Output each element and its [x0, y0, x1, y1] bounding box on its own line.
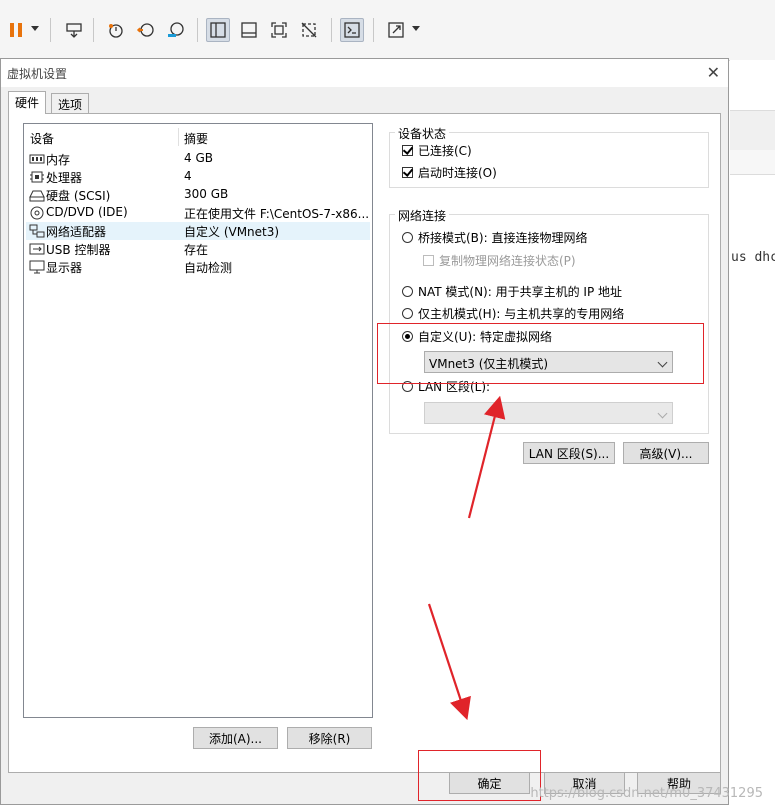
- background-terminal-text: us dhc: [731, 250, 775, 265]
- device-column-header[interactable]: 设备: [30, 130, 54, 147]
- lan-segment-select[interactable]: [424, 402, 673, 424]
- dialog-title-bar: 虚拟机设置 ✕: [1, 59, 728, 87]
- tab-hardware[interactable]: 硬件: [8, 91, 47, 114]
- device-row-cpu[interactable]: 处理器 4: [26, 168, 370, 186]
- revert-snapshot-icon[interactable]: [134, 18, 158, 42]
- nat-radio[interactable]: NAT 模式(N): 用于共享主机的 IP 地址: [402, 283, 622, 300]
- device-row-usb[interactable]: USB 控制器 存在: [26, 240, 370, 258]
- app-toolbar: [0, 0, 775, 61]
- background-tab-strip: [730, 110, 775, 152]
- host-only-label: 仅主机模式(H): 与主机共享的专用网络: [418, 307, 625, 321]
- close-icon[interactable]: ✕: [707, 63, 720, 82]
- radio-icon: [402, 232, 413, 243]
- device-row-hard-disk[interactable]: 硬盘 (SCSI) 300 GB: [26, 186, 370, 204]
- thumbnail-view-icon[interactable]: [237, 18, 261, 42]
- snapshot-manager-icon[interactable]: [164, 18, 188, 42]
- lan-segments-button[interactable]: LAN 区段(S)...: [523, 442, 615, 464]
- device-summary: 存在: [184, 243, 209, 257]
- device-name: 处理器: [46, 171, 83, 185]
- device-list: 设备 摘要 内存 4 GB 处理器 4 硬盘 (SCSI) 300 GB CD/…: [23, 123, 373, 718]
- stretch-icon[interactable]: [384, 18, 408, 42]
- vm-settings-dialog: 虚拟机设置 ✕ 硬件 选项 设备 摘要 内存 4 GB 处理器 4 硬盘 (SC…: [0, 58, 729, 805]
- device-summary: 4: [184, 169, 192, 183]
- usb-icon: [29, 241, 45, 257]
- device-name: USB 控制器: [46, 243, 111, 257]
- device-name: 网络适配器: [46, 225, 107, 239]
- unity-icon[interactable]: [297, 18, 321, 42]
- connected-checkbox[interactable]: 已连接(C): [402, 142, 472, 159]
- chevron-down-icon: [657, 408, 668, 419]
- network-adapter-icon: [29, 223, 45, 239]
- checkbox-checked-icon: [402, 145, 413, 156]
- chevron-down-icon[interactable]: [412, 26, 420, 31]
- advanced-button[interactable]: 高级(V)...: [623, 442, 709, 464]
- add-device-button[interactable]: 添加(A)...: [193, 727, 278, 749]
- highlight-ok-button: [418, 750, 541, 801]
- watermark: https://blog.csdn.net/m0_37431295: [530, 786, 763, 801]
- memory-icon: [29, 151, 45, 167]
- toolbar-divider: [197, 18, 198, 42]
- device-name: 显示器: [46, 261, 83, 275]
- remove-device-button[interactable]: 移除(R): [287, 727, 372, 749]
- device-row-memory[interactable]: 内存 4 GB: [26, 150, 370, 168]
- hard-disk-icon: [29, 187, 45, 203]
- device-name: 硬盘 (SCSI): [46, 189, 111, 203]
- connect-at-power-on-checkbox[interactable]: 启动时连接(O): [402, 164, 497, 181]
- device-name: CD/DVD (IDE): [46, 205, 128, 219]
- tab-options[interactable]: 选项: [51, 93, 90, 113]
- device-row-display[interactable]: 显示器 自动检测: [26, 258, 370, 276]
- console-icon[interactable]: [340, 18, 364, 42]
- device-summary: 300 GB: [184, 187, 229, 201]
- checkbox-checked-icon: [402, 167, 413, 178]
- radio-icon: [402, 286, 413, 297]
- display-icon: [29, 259, 45, 275]
- summary-column-header[interactable]: 摘要: [184, 130, 208, 147]
- toolbar-divider: [331, 18, 332, 42]
- replicate-state-label: 复制物理网络连接状态(P): [439, 254, 576, 268]
- cpu-icon: [29, 169, 45, 185]
- toolbar-divider: [93, 18, 94, 42]
- column-divider: [178, 128, 179, 146]
- device-status-group: 设备状态 已连接(C) 启动时连接(O): [389, 125, 709, 188]
- host-only-radio[interactable]: 仅主机模式(H): 与主机共享的专用网络: [402, 305, 624, 322]
- replicate-state-checkbox[interactable]: 复制物理网络连接状态(P): [423, 252, 576, 269]
- device-name: 内存: [46, 153, 71, 167]
- device-row-network-adapter[interactable]: 网络适配器 自定义 (VMnet3): [26, 222, 370, 240]
- snapshot-icon[interactable]: [104, 18, 128, 42]
- toolbar-divider: [50, 18, 51, 42]
- library-view-icon[interactable]: [206, 18, 230, 42]
- hardware-panel: 设备 摘要 内存 4 GB 处理器 4 硬盘 (SCSI) 300 GB CD/…: [8, 113, 721, 773]
- chevron-down-icon[interactable]: [31, 26, 39, 31]
- device-summary: 正在使用文件 F:\CentOS-7-x86...: [184, 207, 368, 221]
- radio-icon: [402, 308, 413, 319]
- bridged-label: 桥接模式(B): 直接连接物理网络: [418, 231, 588, 245]
- dialog-title: 虚拟机设置: [7, 67, 68, 81]
- fullscreen-icon[interactable]: [267, 18, 291, 42]
- highlight-custom-network: [377, 323, 704, 384]
- send-ctrl-alt-del-icon[interactable]: [62, 18, 86, 42]
- device-summary: 4 GB: [184, 151, 213, 165]
- device-summary: 自定义 (VMnet3): [184, 225, 280, 239]
- device-row-cd-dvd[interactable]: CD/DVD (IDE) 正在使用文件 F:\CentOS-7-x86...: [26, 204, 370, 222]
- bridged-radio[interactable]: 桥接模式(B): 直接连接物理网络: [402, 229, 587, 246]
- pause-icon[interactable]: [4, 18, 28, 42]
- device-summary: 自动检测: [184, 261, 233, 275]
- background-subbar: [730, 150, 775, 175]
- device-status-label: 设备状态: [395, 125, 450, 142]
- toolbar-divider: [373, 18, 374, 42]
- cd-dvd-icon: [29, 205, 45, 221]
- network-connection-label: 网络连接: [395, 207, 450, 224]
- connected-label: 已连接(C): [418, 144, 472, 158]
- connect-at-power-on-label: 启动时连接(O): [418, 166, 497, 180]
- nat-label: NAT 模式(N): 用于共享主机的 IP 地址: [418, 285, 623, 299]
- checkbox-icon: [423, 255, 434, 266]
